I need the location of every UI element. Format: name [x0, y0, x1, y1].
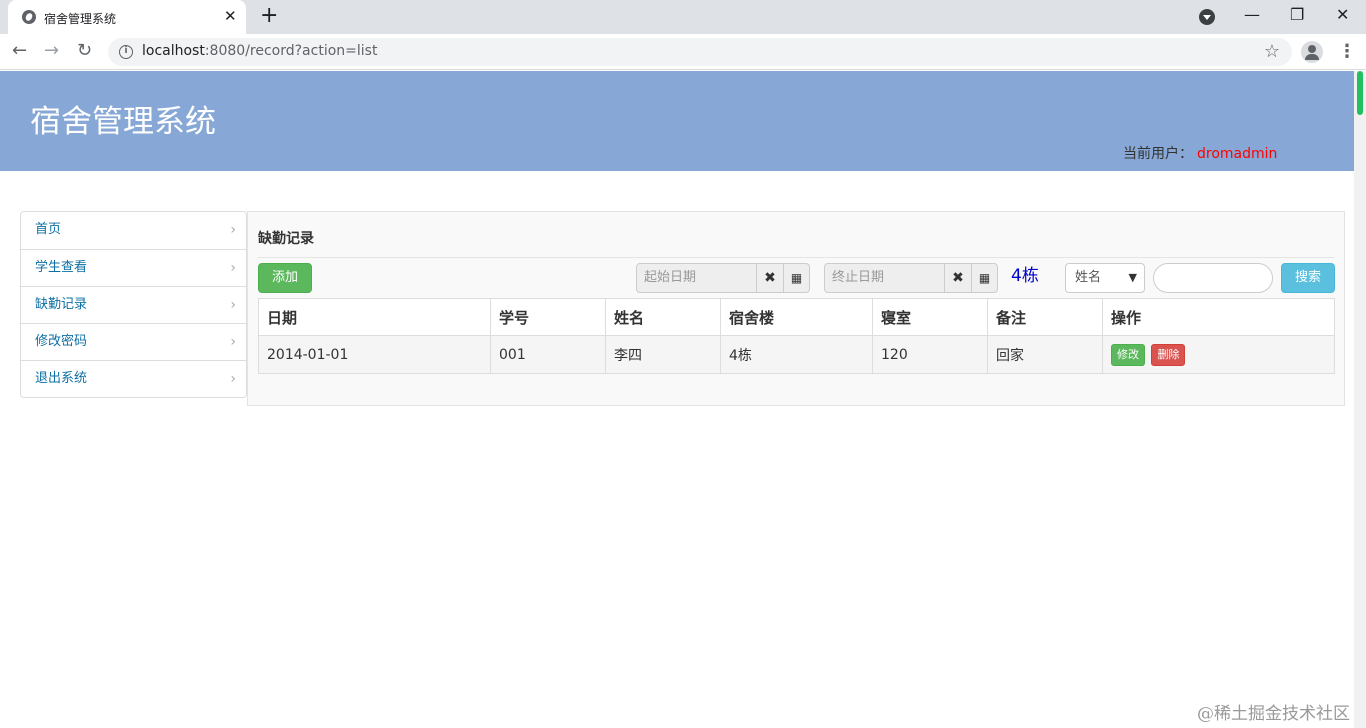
column-header: 寝室: [872, 298, 988, 336]
column-header: 学号: [490, 298, 606, 336]
chevron-down-icon: ▼: [1128, 271, 1137, 284]
sidebar-item-logout[interactable]: 退出系统 ›: [21, 360, 246, 397]
column-header: 姓名: [605, 298, 721, 336]
star-icon[interactable]: ☆: [1264, 41, 1280, 63]
cell-date: 2014-01-01: [258, 335, 491, 374]
watermark: @稀土掘金技术社区: [1197, 704, 1350, 724]
tab-search-icon[interactable]: [1199, 9, 1215, 25]
current-user: 当前用户： dromadmin: [1123, 143, 1277, 163]
divider: [258, 257, 1334, 258]
sidebar-item-absence[interactable]: 缺勤记录 ›: [21, 286, 246, 323]
close-icon[interactable]: ✕: [224, 7, 237, 25]
add-button[interactable]: 添加: [258, 263, 312, 293]
sidebar-nav: 首页 › 学生查看 › 缺勤记录 › 修改密码 › 退出系统 ›: [20, 211, 247, 398]
cell-name: 李四: [605, 335, 721, 374]
url-text[interactable]: localhost:8080/record?action=list: [142, 43, 377, 59]
search-field-select[interactable]: 姓名 ▼: [1065, 263, 1145, 293]
end-date-input[interactable]: 终止日期: [825, 264, 945, 292]
start-date-picker: 起始日期 ✖ ▦: [636, 263, 810, 293]
minimize-icon[interactable]: —: [1244, 5, 1260, 25]
clear-icon[interactable]: ✖: [945, 264, 972, 292]
plus-icon[interactable]: +: [260, 4, 278, 28]
page: 宿舍管理系统 当前用户： dromadmin 首页 › 学生查看 › 缺勤记录 ›…: [0, 71, 1354, 728]
column-header: 日期: [258, 298, 491, 336]
reload-icon[interactable]: ↻: [77, 40, 92, 62]
cell-actions: 修改 删除: [1102, 335, 1335, 374]
search-input[interactable]: [1153, 263, 1273, 293]
chevron-right-icon: ›: [230, 371, 236, 387]
cell-student-no: 001: [490, 335, 606, 374]
sidebar-item-label: 缺勤记录: [35, 297, 88, 312]
back-icon[interactable]: ←: [12, 40, 27, 62]
scrollbar-thumb[interactable]: [1357, 71, 1363, 115]
start-date-input[interactable]: 起始日期: [637, 264, 757, 292]
browser-tab[interactable]: 宿舍管理系统 ✕: [8, 0, 246, 34]
column-header: 备注: [987, 298, 1103, 336]
chevron-right-icon: ›: [230, 260, 236, 276]
sidebar-item-label: 修改密码: [35, 334, 88, 349]
tab-title: 宿舍管理系统: [44, 12, 117, 26]
cell-building: 4栋: [720, 335, 873, 374]
chevron-right-icon: ›: [230, 297, 236, 313]
address-bar[interactable]: i localhost:8080/record?action=list ☆: [108, 38, 1292, 66]
column-header: 宿舍楼: [720, 298, 873, 336]
page-scrollbar[interactable]: [1354, 71, 1366, 728]
calendar-icon[interactable]: ▦: [972, 264, 997, 292]
restore-icon[interactable]: ❐: [1290, 5, 1304, 25]
calendar-icon[interactable]: ▦: [784, 264, 809, 292]
sidebar-item-label: 首页: [35, 222, 62, 237]
current-user-label: 当前用户：: [1123, 146, 1193, 162]
cell-note: 回家: [987, 335, 1103, 374]
sidebar-item-label: 学生查看: [35, 260, 88, 275]
table-header-row: 日期 学号 姓名 宿舍楼 寝室 备注 操作: [258, 298, 1335, 336]
globe-icon: [22, 10, 36, 24]
main-panel: 缺勤记录 添加 起始日期 ✖ ▦ 终止日期 ✖ ▦ 4栋 姓名 ▼ 搜索 日期 …: [247, 211, 1345, 406]
chevron-right-icon: ›: [230, 334, 236, 350]
sidebar-item-home[interactable]: 首页 ›: [21, 212, 246, 249]
forward-icon[interactable]: →: [44, 40, 59, 62]
url-host: localhost: [142, 43, 205, 59]
clear-icon[interactable]: ✖: [757, 264, 784, 292]
account-icon[interactable]: [1301, 41, 1323, 63]
window-close-icon[interactable]: ✕: [1336, 5, 1349, 25]
building-label: 4栋: [1011, 266, 1039, 286]
table-row: 2014-01-01 001 李四 4栋 120 回家 修改 删除: [258, 335, 1335, 374]
cell-room: 120: [872, 335, 988, 374]
brand-title: 宿舍管理系统: [30, 104, 216, 140]
select-value: 姓名: [1075, 270, 1102, 285]
sidebar-item-label: 退出系统: [35, 371, 88, 386]
url-path: :8080/record?action=list: [204, 43, 378, 59]
chevron-right-icon: ›: [230, 222, 236, 238]
browser-tabstrip: 宿舍管理系统 ✕ + — ❐ ✕: [0, 0, 1366, 34]
delete-button[interactable]: 删除: [1151, 343, 1186, 366]
column-header: 操作: [1102, 298, 1335, 336]
current-user-name: dromadmin: [1197, 146, 1278, 162]
info-icon[interactable]: i: [119, 45, 133, 59]
search-button[interactable]: 搜索: [1281, 263, 1335, 293]
header-banner: 宿舍管理系统 当前用户： dromadmin: [0, 71, 1354, 171]
sidebar-item-password[interactable]: 修改密码 ›: [21, 323, 246, 360]
menu-icon[interactable]: ⋮: [1338, 41, 1356, 63]
records-table: 日期 学号 姓名 宿舍楼 寝室 备注 操作 2014-01-01 001 李四 …: [258, 298, 1335, 374]
page-title: 缺勤记录: [258, 231, 314, 247]
sidebar-item-students[interactable]: 学生查看 ›: [21, 249, 246, 286]
browser-toolbar: ← → ↻ i localhost:8080/record?action=lis…: [0, 34, 1366, 70]
edit-button[interactable]: 修改: [1111, 343, 1145, 366]
end-date-picker: 终止日期 ✖ ▦: [824, 263, 998, 293]
